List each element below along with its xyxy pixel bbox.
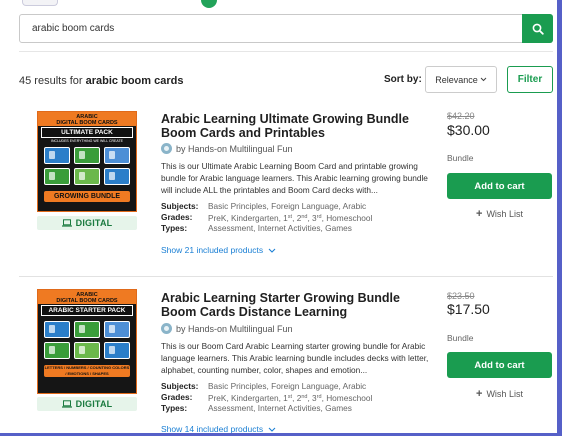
product-author[interactable]: by Hands-on Multilingual Fun (161, 323, 293, 334)
author-avatar (161, 323, 172, 334)
author-name: by Hands-on Multilingual Fun (176, 143, 293, 154)
thumb-banner: GROWING BUNDLE (44, 191, 130, 202)
top-badge-icon (201, 0, 217, 8)
grades-value: PreK, Kindergarten, 1st, 2nd, 3rd, Homes… (208, 392, 373, 403)
product-description: This is our Ultimate Arabic Learning Boo… (161, 161, 428, 195)
product-title[interactable]: Arabic Learning Starter Growing Bundle B… (161, 291, 431, 319)
author-name: by Hands-on Multilingual Fun (176, 323, 293, 334)
sale-price: $30.00 (447, 122, 490, 138)
digital-tag: DIGITAL (37, 397, 137, 411)
author-avatar (161, 143, 172, 154)
types-label: Types: (161, 403, 188, 413)
plus-icon: + (476, 208, 483, 220)
product-thumbnail[interactable]: ARABIC DIGITAL BOOM CARDS ARABIC STARTER… (37, 289, 137, 394)
grades-rest: Homeschool (326, 392, 373, 403)
divider (19, 51, 553, 52)
product-meta: Subjects: Basic Principles, Foreign Lang… (161, 381, 372, 414)
subjects-value: Basic Principles, Foreign Language, Arab… (208, 201, 367, 211)
sort-by-label: Sort by: (384, 74, 422, 85)
sort-select-value: Relevance (435, 74, 478, 85)
grades-label: Grades: (161, 391, 193, 402)
bundle-label: Bundle (447, 333, 474, 343)
thumb-grid (38, 143, 136, 189)
search-results-page: 45 results for arabic boom cards Sort by… (0, 0, 562, 436)
types-value: Assessment, Internet Activities, Games (208, 223, 352, 233)
results-count: 45 results for arabic boom cards (19, 75, 183, 87)
laptop-icon (61, 400, 72, 408)
window-frame-right (557, 0, 562, 436)
sort-select[interactable]: Relevance (425, 66, 497, 93)
results-count-text: 45 results for (19, 75, 86, 87)
subjects-label: Subjects: (161, 381, 199, 391)
results-query: arabic boom cards (85, 75, 184, 87)
subjects-label: Subjects: (161, 201, 199, 211)
search-icon (532, 23, 544, 35)
wish-list-button[interactable]: + Wish List (476, 388, 523, 400)
thumb-tagline: INCLUDES EVERYTHING WE WILL CREATE (51, 139, 123, 143)
product-author[interactable]: by Hands-on Multilingual Fun (161, 143, 293, 154)
digital-tag-label: DIGITAL (75, 399, 113, 409)
chevron-down-icon (269, 248, 276, 253)
chevron-down-icon (269, 427, 276, 432)
filter-button[interactable]: Filter (507, 66, 553, 93)
show-link-label: Show 21 included products (161, 245, 264, 255)
thumb-line2: DIGITAL BOOM CARDS (56, 298, 118, 304)
original-price: $42.20 (447, 111, 475, 121)
search-bar (19, 14, 553, 43)
bundle-label: Bundle (447, 153, 474, 163)
product-description: This is our Boom Card Arabic Learning st… (161, 341, 429, 375)
add-to-cart-button[interactable]: Add to cart (447, 173, 552, 199)
thumb-pack: ARABIC STARTER PACK (41, 305, 133, 316)
digital-tag: DIGITAL (37, 216, 137, 230)
thumb-line2: DIGITAL BOOM CARDS (56, 120, 118, 126)
search-button[interactable] (522, 14, 553, 43)
thumb-grid (38, 317, 136, 363)
grades-value: PreK, Kindergarten, 1st, 2nd, 3rd, Homes… (208, 212, 373, 223)
top-tab[interactable] (22, 0, 58, 6)
thumb-banner: LETTERS / NUMBERS / COUNTING COLORS / EM… (44, 365, 130, 377)
product-thumbnail[interactable]: ARABIC DIGITAL BOOM CARDS ULTIMATE PACK … (37, 111, 137, 212)
top-navigation-strip (0, 0, 562, 8)
show-included-products-link[interactable]: Show 21 included products (161, 245, 276, 255)
add-to-cart-button[interactable]: Add to cart (447, 352, 552, 378)
grades-label: Grades: (161, 211, 193, 222)
sale-price: $17.50 (447, 301, 490, 317)
thumb-pack: ULTIMATE PACK (41, 127, 133, 138)
plus-icon: + (476, 388, 483, 400)
digital-tag-label: DIGITAL (75, 218, 113, 228)
chevron-down-icon (480, 77, 487, 82)
wish-list-button[interactable]: + Wish List (476, 208, 523, 220)
search-input[interactable] (21, 16, 521, 41)
product-title[interactable]: Arabic Learning Ultimate Growing Bundle … (161, 112, 431, 140)
product-meta: Subjects: Basic Principles, Foreign Lang… (161, 201, 372, 234)
types-value: Assessment, Internet Activities, Games (208, 403, 352, 413)
subjects-value: Basic Principles, Foreign Language, Arab… (208, 381, 367, 391)
original-price: $23.50 (447, 291, 475, 301)
product-divider (19, 276, 553, 277)
grades-prefix: PreK, Kindergarten, 1 (208, 212, 288, 223)
laptop-icon (61, 219, 72, 227)
types-label: Types: (161, 223, 188, 233)
wish-list-label: Wish List (486, 209, 523, 219)
grades-prefix: PreK, Kindergarten, 1 (208, 392, 288, 403)
grades-rest: Homeschool (326, 212, 373, 223)
wish-list-label: Wish List (486, 389, 523, 399)
